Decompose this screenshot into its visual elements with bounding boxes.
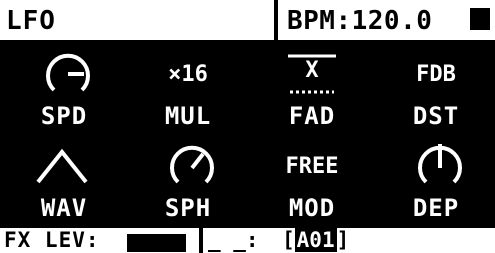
status-block-icon [470, 8, 490, 30]
param-value: ×16 [168, 62, 208, 87]
param-value: FDB [416, 62, 456, 87]
header-divider [274, 0, 278, 40]
header-bar: LFO BPM:120.0 [0, 0, 495, 40]
param-fad[interactable]: X FAD [262, 44, 362, 138]
triangle-wave-icon [36, 148, 88, 184]
param-dep[interactable]: DEP [386, 136, 486, 230]
bpm-readout: BPM:120.0 [287, 6, 433, 36]
param-label: MOD [288, 194, 336, 222]
slot-prefix: _ _: [208, 228, 259, 252]
slot-bracket-right: ] [336, 228, 350, 252]
fx-level-label: FX LEV: [4, 228, 100, 252]
param-label: WAV [40, 194, 88, 222]
dial-icon [170, 145, 214, 184]
lfo-screen: LFO BPM:120.0 SPD ×16 MUL X FAD FDB DST … [0, 0, 495, 253]
dial-icon [46, 53, 90, 92]
slot-bracket-left: [ [282, 228, 295, 252]
page-title: LFO [6, 6, 56, 36]
param-label: MUL [164, 102, 212, 130]
param-label: DEP [412, 194, 460, 222]
param-label: DST [412, 102, 460, 130]
param-dst[interactable]: FDB DST [386, 44, 486, 138]
param-mul[interactable]: ×16 MUL [138, 44, 238, 138]
param-label: SPH [164, 194, 212, 222]
param-value: X [305, 58, 319, 83]
preset-slot[interactable]: [A01] [282, 228, 349, 252]
dial-icon [418, 144, 462, 184]
footer-bar: FX LEV: _ _: [A01] [0, 228, 495, 253]
param-value: FREE [285, 154, 339, 179]
param-wav[interactable]: WAV [14, 136, 114, 230]
param-mod[interactable]: FREE MOD [262, 136, 362, 230]
fx-level-meter[interactable] [127, 234, 186, 252]
param-label: FAD [288, 102, 336, 130]
param-sph[interactable]: SPH [138, 136, 238, 230]
param-spd[interactable]: SPD [14, 44, 114, 138]
footer-divider [199, 228, 203, 253]
slot-value: A01 [294, 228, 337, 252]
param-label: SPD [40, 102, 88, 130]
